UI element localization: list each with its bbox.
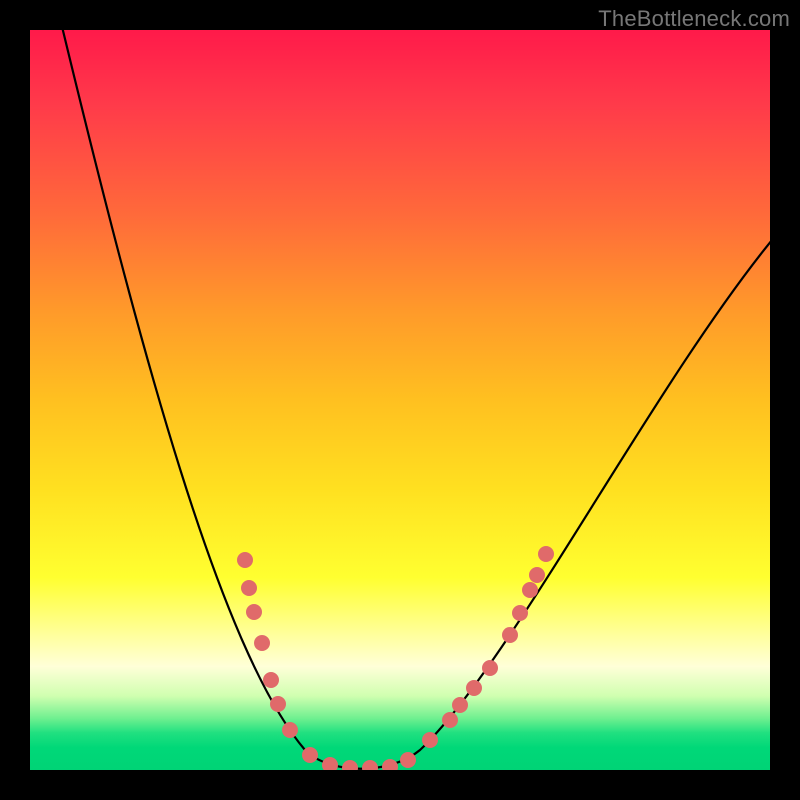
data-dot <box>282 722 298 738</box>
data-dots-layer <box>30 30 770 770</box>
chart-frame <box>30 30 770 770</box>
data-dot <box>302 747 318 763</box>
data-dot <box>237 552 253 568</box>
data-dot <box>482 660 498 676</box>
data-dot <box>382 759 398 770</box>
data-dot <box>466 680 482 696</box>
data-dot <box>400 752 416 768</box>
data-dot <box>322 757 338 770</box>
data-dot <box>270 696 286 712</box>
data-dot <box>442 712 458 728</box>
data-dot <box>246 604 262 620</box>
data-dot <box>342 760 358 770</box>
data-dot <box>538 546 554 562</box>
data-dot <box>263 672 279 688</box>
data-dot <box>502 627 518 643</box>
data-dot <box>422 732 438 748</box>
data-dot <box>529 567 545 583</box>
watermark-text: TheBottleneck.com <box>598 6 790 32</box>
data-dot <box>241 580 257 596</box>
data-dot <box>452 697 468 713</box>
data-dot <box>254 635 270 651</box>
data-dot <box>512 605 528 621</box>
data-dot <box>522 582 538 598</box>
data-dot <box>362 760 378 770</box>
